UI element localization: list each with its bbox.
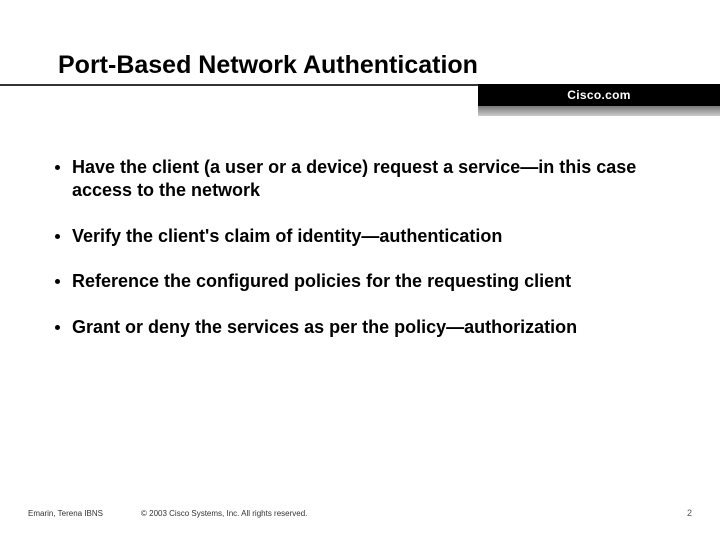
footer-left: Emarin, Terena IBNS © 2003 Cisco Systems… xyxy=(28,509,307,518)
bullet-item: Reference the configured policies for th… xyxy=(55,270,660,293)
bullet-item: Grant or deny the services as per the po… xyxy=(55,316,660,339)
bullet-text: Verify the client's claim of identity—au… xyxy=(72,225,502,248)
bullet-item: Have the client (a user or a device) req… xyxy=(55,156,660,203)
content-area: Have the client (a user or a device) req… xyxy=(55,156,660,361)
bullet-dot-icon xyxy=(55,234,60,239)
bullet-text: Grant or deny the services as per the po… xyxy=(72,316,577,339)
footer-copyright: © 2003 Cisco Systems, Inc. All rights re… xyxy=(141,509,307,518)
brand-bar: Cisco.com xyxy=(478,84,720,106)
brand-text: Cisco.com xyxy=(567,88,630,102)
bullet-item: Verify the client's claim of identity—au… xyxy=(55,225,660,248)
brand-bar-shadow xyxy=(478,106,720,116)
page-title: Port-Based Network Authentication xyxy=(58,50,720,80)
bullet-dot-icon xyxy=(55,165,60,170)
bullet-text: Have the client (a user or a device) req… xyxy=(72,156,660,203)
bullet-dot-icon xyxy=(55,279,60,284)
page-number: 2 xyxy=(687,508,692,518)
footer-author: Emarin, Terena IBNS xyxy=(28,509,103,518)
footer: Emarin, Terena IBNS © 2003 Cisco Systems… xyxy=(28,508,692,518)
title-underline xyxy=(0,84,478,86)
slide: Port-Based Network Authentication Cisco.… xyxy=(0,0,720,540)
title-area: Port-Based Network Authentication xyxy=(0,0,720,80)
bullet-dot-icon xyxy=(55,325,60,330)
bullet-text: Reference the configured policies for th… xyxy=(72,270,571,293)
